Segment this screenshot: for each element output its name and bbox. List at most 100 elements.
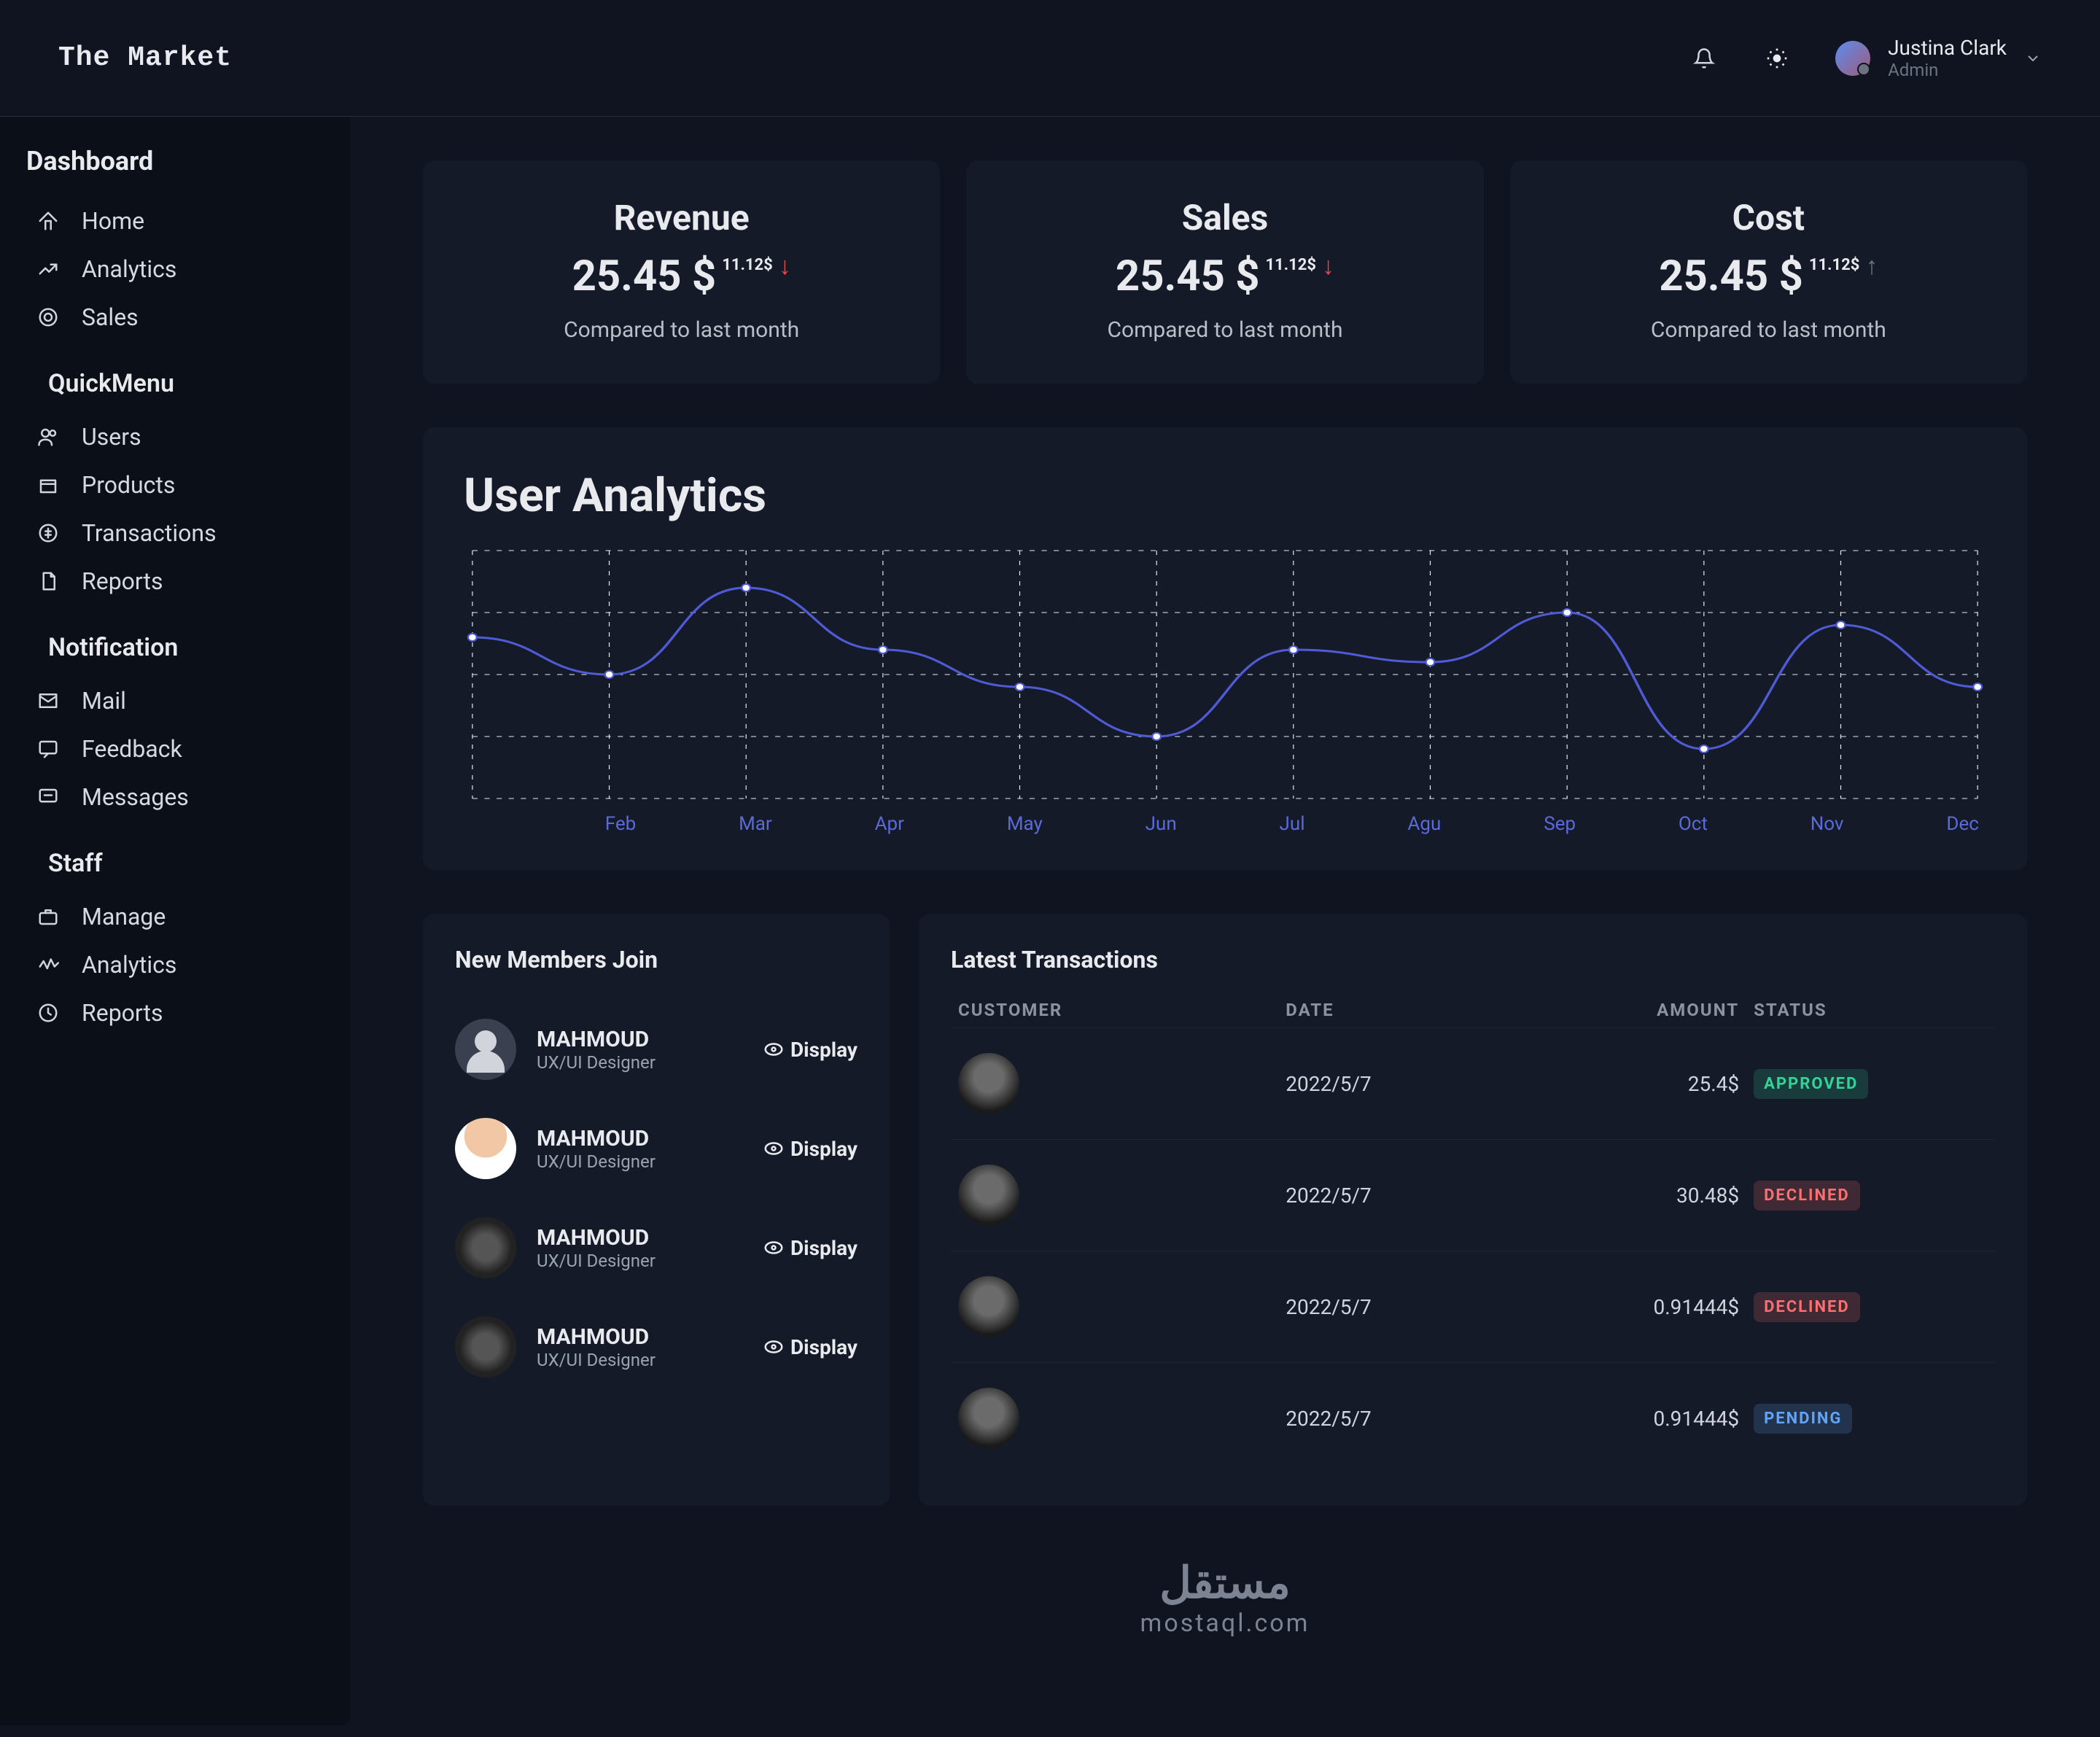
display-button[interactable]: Display: [763, 1038, 858, 1062]
status-badge: APPROVED: [1754, 1069, 1868, 1099]
tx-customer-avatar: [958, 1165, 1019, 1226]
stat-card-revenue: Revenue 25.45 $ 11.12$ ↓ Compared to las…: [423, 160, 940, 384]
member-name: MAHMOUD: [537, 1225, 742, 1251]
chart-tick: Mar: [739, 813, 772, 835]
sidebar-item-mail[interactable]: Mail: [22, 677, 328, 725]
sidebar-item-label: Messages: [82, 783, 189, 811]
sidebar-item-analytics[interactable]: Analytics: [22, 941, 328, 989]
th-date: DATE: [1286, 1000, 1520, 1020]
member-role: UX/UI Designer: [537, 1350, 742, 1370]
member-avatar: [455, 1217, 516, 1278]
chart-tick: Nov: [1811, 813, 1844, 835]
main-content: Revenue 25.45 $ 11.12$ ↓ Compared to las…: [350, 117, 2100, 1725]
bell-icon: [1693, 47, 1715, 69]
eye-icon: [763, 1336, 785, 1358]
stat-card-cost: Cost 25.45 $ 11.12$ ↑ Compared to last m…: [1510, 160, 2027, 384]
th-amount: AMOUNT: [1520, 1000, 1754, 1020]
tx-amount: 0.91444$: [1520, 1407, 1754, 1431]
tx-customer-avatar: [958, 1276, 1019, 1337]
display-button[interactable]: Display: [763, 1137, 858, 1161]
member-row: MAHMOUD UX/UI Designer Display: [455, 1099, 858, 1198]
transaction-row: 2022/5/7 0.91444$ PENDING: [951, 1362, 1995, 1474]
member-name: MAHMOUD: [537, 1126, 742, 1151]
sidebar-item-users[interactable]: Users: [22, 413, 328, 461]
status-badge: PENDING: [1754, 1404, 1852, 1434]
status-badge: DECLINED: [1754, 1181, 1860, 1211]
sidebar-item-home[interactable]: Home: [22, 197, 328, 245]
new-members-title: New Members Join: [455, 946, 858, 974]
member-info: MAHMOUD UX/UI Designer: [537, 1027, 742, 1073]
sidebar-item-messages[interactable]: Messages: [22, 773, 328, 821]
coin-icon: [35, 520, 61, 546]
stat-card-sales: Sales 25.45 $ 11.12$ ↓ Compared to last …: [966, 160, 1483, 384]
display-label: Display: [790, 1236, 858, 1260]
display-label: Display: [790, 1137, 858, 1161]
transaction-row: 2022/5/7 30.48$ DECLINED: [951, 1139, 1995, 1251]
user-menu[interactable]: Justina Clark Admin: [1835, 36, 2042, 80]
app-logo: The Market: [58, 42, 232, 74]
stat-value: 25.45 $ 11.12$ ↑: [1659, 252, 1878, 301]
display-button[interactable]: Display: [763, 1236, 858, 1260]
chart-tick: Oct: [1679, 813, 1708, 835]
tx-customer-avatar: [958, 1053, 1019, 1114]
analytics-chart: JanFebMarAprMayJunJulAguSepOctNovDec: [464, 543, 1986, 835]
chart-tick: Sep: [1544, 813, 1576, 835]
user-avatar: [1835, 41, 1870, 76]
stat-delta: 11.12$: [1809, 256, 1860, 274]
member-role: UX/UI Designer: [537, 1052, 742, 1073]
clock-icon: [35, 1000, 61, 1026]
sidebar-item-manage[interactable]: Manage: [22, 893, 328, 941]
sidebar-item-label: Users: [82, 423, 141, 451]
header-right: Justina Clark Admin: [1689, 36, 2042, 80]
chart-tick: May: [1007, 813, 1043, 835]
display-button[interactable]: Display: [763, 1335, 858, 1359]
sidebar-item-transactions[interactable]: Transactions: [22, 509, 328, 557]
member-avatar: [455, 1019, 516, 1080]
member-row: MAHMOUD UX/UI Designer Display: [455, 1000, 858, 1099]
member-info: MAHMOUD UX/UI Designer: [537, 1324, 742, 1370]
transactions-title: Latest Transactions: [951, 946, 1995, 974]
arrow-down-icon: ↓: [779, 252, 791, 281]
sidebar-item-label: Feedback: [82, 735, 182, 763]
display-label: Display: [790, 1335, 858, 1359]
tx-date: 2022/5/7: [1286, 1407, 1520, 1431]
sidebar-item-label: Reports: [82, 567, 163, 595]
transaction-row: 2022/5/7 0.91444$ DECLINED: [951, 1251, 1995, 1362]
chart-tick: Agu: [1407, 813, 1441, 835]
chart-tick: Jul: [1280, 813, 1305, 835]
stat-cards: Revenue 25.45 $ 11.12$ ↓ Compared to las…: [394, 160, 2056, 384]
sidebar-item-label: Transactions: [82, 519, 217, 547]
sidebar-item-sales[interactable]: Sales: [22, 293, 328, 341]
sidebar-item-reports[interactable]: Reports: [22, 989, 328, 1037]
sidebar-item-analytics[interactable]: Analytics: [22, 245, 328, 293]
msg-icon: [35, 784, 61, 810]
user-texts: Justina Clark Admin: [1888, 36, 2007, 80]
stat-value: 25.45 $ 11.12$ ↓: [572, 252, 791, 301]
sidebar-item-feedback[interactable]: Feedback: [22, 725, 328, 773]
sidebar-item-label: Sales: [82, 303, 139, 331]
tx-date: 2022/5/7: [1286, 1295, 1520, 1319]
tx-amount: 30.48$: [1520, 1184, 1754, 1208]
member-avatar: [455, 1316, 516, 1377]
stat-subtitle: Compared to last month: [452, 317, 911, 343]
wave-icon: [35, 952, 61, 978]
analytics-panel: User Analytics JanFebMarAprMayJunJulAguS…: [423, 427, 2027, 870]
sidebar-item-products[interactable]: Products: [22, 461, 328, 509]
doc-icon: [35, 568, 61, 594]
sidebar-item-label: Mail: [82, 687, 126, 715]
member-avatar: [455, 1118, 516, 1179]
eye-icon: [763, 1038, 785, 1060]
member-role: UX/UI Designer: [537, 1151, 742, 1172]
transactions-panel: Latest Transactions CUSTOMER DATE AMOUNT…: [919, 914, 2027, 1506]
member-row: MAHMOUD UX/UI Designer Display: [455, 1297, 858, 1396]
sidebar-item-reports[interactable]: Reports: [22, 557, 328, 605]
member-role: UX/UI Designer: [537, 1251, 742, 1271]
theme-toggle[interactable]: [1762, 44, 1792, 73]
home-icon: [35, 208, 61, 234]
notifications-button[interactable]: [1689, 44, 1719, 73]
status-badge: DECLINED: [1754, 1292, 1860, 1322]
box-icon: [35, 472, 61, 498]
stat-delta: 11.12$: [722, 256, 773, 274]
member-info: MAHMOUD UX/UI Designer: [537, 1126, 742, 1172]
transactions-header: CUSTOMER DATE AMOUNT STATUS: [951, 1000, 1995, 1027]
